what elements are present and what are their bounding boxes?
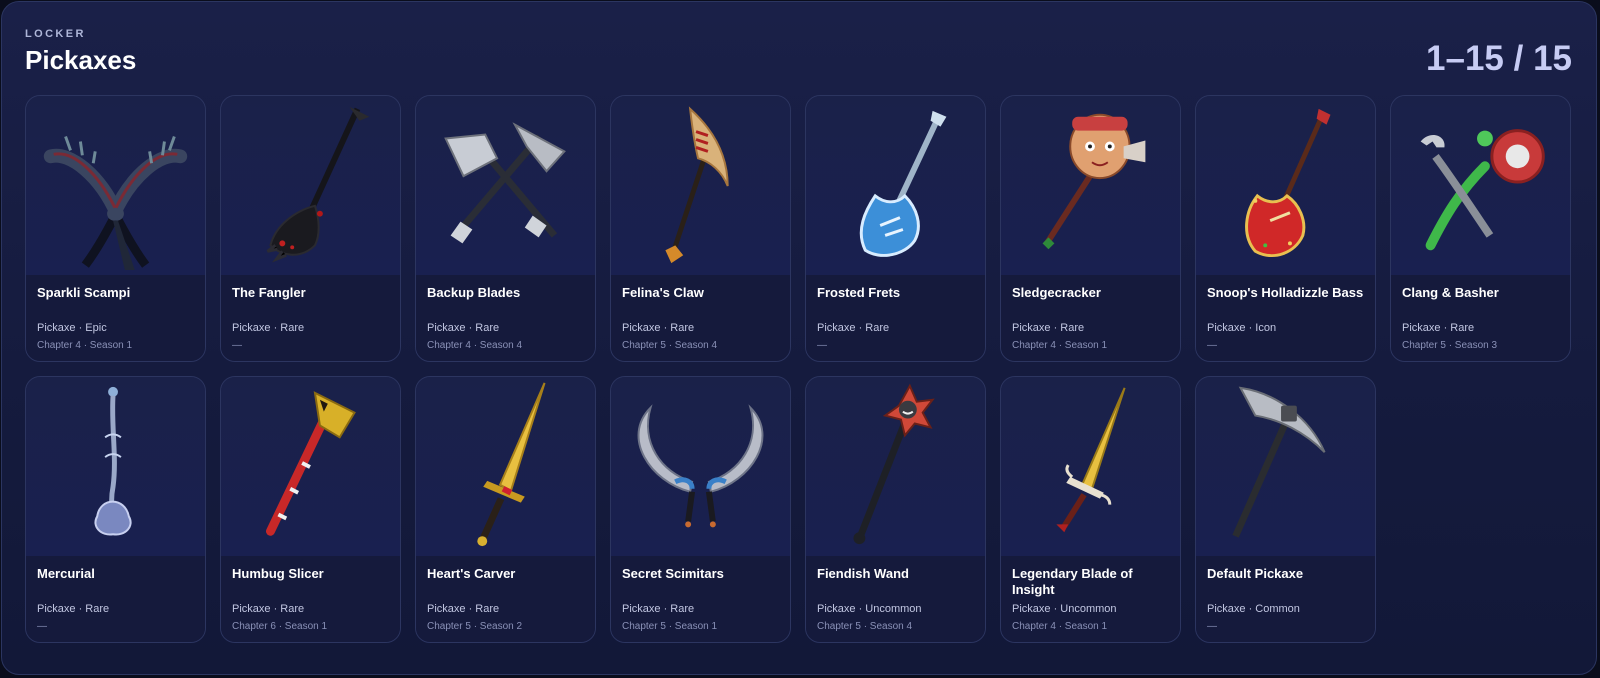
pickaxe-type-rarity: Pickaxe · Icon xyxy=(1207,322,1277,334)
felinas-claw-icon xyxy=(665,106,729,264)
pickaxe-card[interactable]: Mercurial Pickaxe · Rare — xyxy=(25,376,206,643)
pickaxe-type-rarity: Pickaxe · Rare xyxy=(232,322,305,334)
pickaxe-type-rarity: Pickaxe · Rare xyxy=(622,322,695,334)
pickaxe-image xyxy=(1196,377,1375,556)
clang-and-basher-icon xyxy=(1420,129,1545,251)
pickaxe-season: Chapter 5 · Season 3 xyxy=(1402,340,1498,351)
pickaxe-image xyxy=(611,377,790,556)
the-fangler-icon xyxy=(266,106,370,263)
locker-panel: LOCKER Pickaxes 1–15 / 15 Sparkli Scampi xyxy=(1,1,1597,675)
pickaxe-type-rarity: Pickaxe · Common xyxy=(1207,603,1300,615)
page-title: Pickaxes xyxy=(25,45,137,75)
frosted-frets-icon xyxy=(859,110,947,257)
pickaxe-season: Chapter 4 · Season 1 xyxy=(1012,621,1108,632)
pickaxe-image xyxy=(416,377,595,556)
pickaxe-name: Sparkli Scampi xyxy=(37,285,131,300)
pickaxe-type-rarity: Pickaxe · Rare xyxy=(427,322,500,334)
pickaxe-name: Sledgecracker xyxy=(1012,285,1101,300)
pickaxe-card[interactable]: Sparkli Scampi Pickaxe · Epic Chapter 4 … xyxy=(25,95,206,362)
pickaxe-card[interactable]: Clang & Basher Pickaxe · Rare Chapter 5 … xyxy=(1390,95,1571,362)
pickaxe-card[interactable]: Snoop's Holladizzle Bass Pickaxe · Icon … xyxy=(1195,95,1376,362)
pickaxe-card[interactable]: Sledgecracker Pickaxe · Rare Chapter 4 ·… xyxy=(1000,95,1181,362)
pickaxe-type-rarity: Pickaxe · Rare xyxy=(427,603,500,615)
pickaxe-card[interactable]: Humbug Slicer Pickaxe · Rare Chapter 6 ·… xyxy=(220,376,401,643)
pickaxe-name: Snoop's Holladizzle Bass xyxy=(1207,285,1364,300)
legendary-blade-of-insight-icon xyxy=(1056,387,1126,533)
pickaxe-card[interactable]: Frosted Frets Pickaxe · Rare — xyxy=(805,95,986,362)
pickaxe-card[interactable]: Legendary Blade of Insight Pickaxe · Unc… xyxy=(1000,376,1181,643)
pickaxe-season: Chapter 5 · Season 4 xyxy=(622,340,718,351)
pickaxe-season: — xyxy=(232,340,242,351)
pickaxe-image xyxy=(26,96,205,275)
pickaxe-name: Clang & Basher xyxy=(1402,285,1499,300)
pickaxe-type-rarity: Pickaxe · Rare xyxy=(232,603,305,615)
mercurial-icon xyxy=(94,386,132,536)
pickaxe-card[interactable]: Felina's Claw Pickaxe · Rare Chapter 5 ·… xyxy=(610,95,791,362)
pickaxe-season: — xyxy=(1207,621,1217,632)
pickaxe-name: Secret Scimitars xyxy=(622,566,724,581)
pickaxe-card[interactable]: Fiendish Wand Pickaxe · Uncommon Chapter… xyxy=(805,376,986,643)
pickaxe-season: Chapter 4 · Season 1 xyxy=(37,340,133,351)
pickaxe-season: Chapter 5 · Season 1 xyxy=(622,621,718,632)
pickaxe-image xyxy=(806,377,985,556)
humbug-slicer-icon xyxy=(265,391,356,536)
pickaxe-image xyxy=(221,377,400,556)
snoops-holladizzle-bass-icon xyxy=(1245,108,1331,257)
pickaxe-image xyxy=(1001,377,1180,556)
sledgecracker-icon xyxy=(1042,113,1146,250)
pickaxe-type-rarity: Pickaxe · Rare xyxy=(817,322,890,334)
pickaxe-season: Chapter 6 · Season 1 xyxy=(232,621,328,632)
sparkli-scampi-icon xyxy=(43,136,188,271)
pickaxe-name: The Fangler xyxy=(232,285,306,300)
pickaxe-type-rarity: Pickaxe · Rare xyxy=(1012,322,1085,334)
pickaxe-type-rarity: Pickaxe · Uncommon xyxy=(1012,603,1117,615)
pickaxe-type-rarity: Pickaxe · Uncommon xyxy=(817,603,922,615)
pickaxe-season: — xyxy=(1207,340,1217,351)
pickaxe-image xyxy=(611,96,790,275)
pickaxe-image xyxy=(416,96,595,275)
pickaxe-name: Legendary Blade of Insight xyxy=(1012,566,1133,597)
pickaxe-grid: Sparkli Scampi Pickaxe · Epic Chapter 4 … xyxy=(25,95,1571,643)
pickaxe-image xyxy=(1001,96,1180,275)
pickaxe-image xyxy=(221,96,400,275)
pickaxe-card[interactable]: Default Pickaxe Pickaxe · Common — xyxy=(1195,376,1376,643)
section-eyebrow: LOCKER xyxy=(25,28,86,40)
pickaxe-type-rarity: Pickaxe · Epic xyxy=(37,322,107,334)
pickaxe-name: Felina's Claw xyxy=(622,285,704,300)
pickaxe-image xyxy=(1196,96,1375,275)
pickaxe-season: — xyxy=(37,621,47,632)
pickaxe-name: Backup Blades xyxy=(427,285,521,300)
pickaxe-season: Chapter 4 · Season 4 xyxy=(427,340,523,351)
pickaxe-name: Default Pickaxe xyxy=(1207,566,1304,581)
pickaxe-name: Fiendish Wand xyxy=(817,566,909,581)
pickaxe-name: Mercurial xyxy=(37,566,95,581)
pickaxe-name: Frosted Frets xyxy=(817,285,901,300)
pickaxe-type-rarity: Pickaxe · Rare xyxy=(1402,322,1475,334)
pickaxe-name: Heart's Carver xyxy=(427,566,516,581)
secret-scimitars-icon xyxy=(637,404,764,528)
pickaxe-season: — xyxy=(817,340,827,351)
pickaxe-name: Humbug Slicer xyxy=(232,566,324,581)
pickaxe-image xyxy=(806,96,985,275)
fiendish-wand-icon xyxy=(853,383,935,545)
pickaxe-type-rarity: Pickaxe · Rare xyxy=(37,603,110,615)
item-count: 1–15 / 15 xyxy=(1426,39,1572,78)
default-pickaxe-icon xyxy=(1232,386,1326,538)
hearts-carver-icon xyxy=(477,382,546,547)
pickaxe-type-rarity: Pickaxe · Rare xyxy=(622,603,695,615)
pickaxe-image xyxy=(1391,96,1570,275)
pickaxe-season: Chapter 4 · Season 1 xyxy=(1012,340,1108,351)
pickaxe-card[interactable]: The Fangler Pickaxe · Rare — xyxy=(220,95,401,362)
pickaxe-season: Chapter 5 · Season 2 xyxy=(427,621,523,632)
pickaxe-image xyxy=(26,377,205,556)
backup-blades-icon xyxy=(444,122,566,244)
pickaxe-season: Chapter 5 · Season 4 xyxy=(817,621,913,632)
pickaxe-card[interactable]: Heart's Carver Pickaxe · Rare Chapter 5 … xyxy=(415,376,596,643)
pickaxe-card[interactable]: Backup Blades Pickaxe · Rare Chapter 4 ·… xyxy=(415,95,596,362)
pickaxe-card[interactable]: Secret Scimitars Pickaxe · Rare Chapter … xyxy=(610,376,791,643)
